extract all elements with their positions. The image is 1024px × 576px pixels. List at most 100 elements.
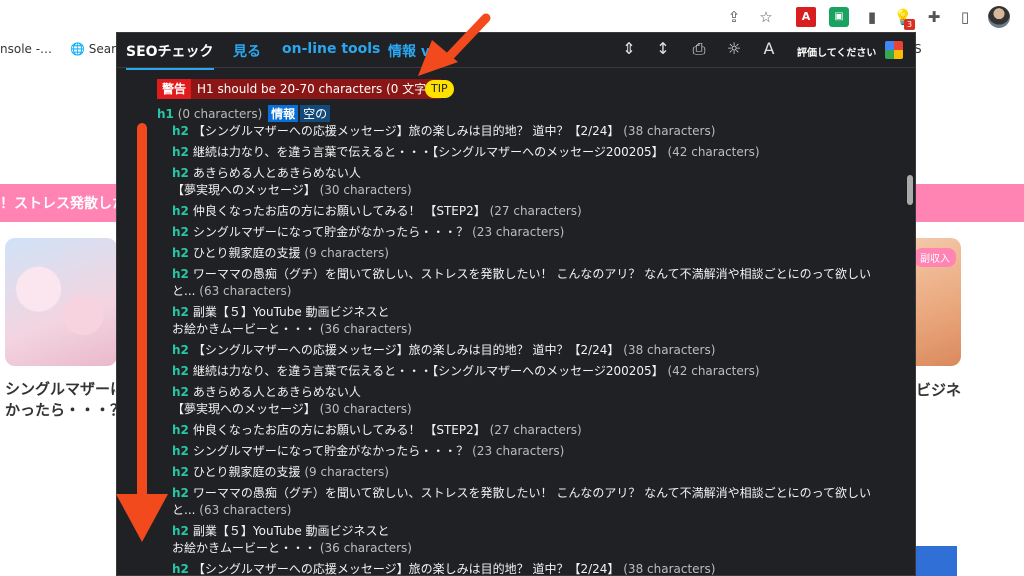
heading-row[interactable]: h2 副業【５】YouTube 動画ビジネスとお絵かきムービーと・・・ (36 c… (172, 304, 892, 338)
rate-label[interactable]: 評価してください (797, 44, 876, 59)
heading-row[interactable]: h2 あきらめる人とあきらめない人 【夢実現へのメッセージ】 (30 charact… (172, 384, 892, 418)
heading-tag: h2 (172, 145, 189, 159)
extension-icon[interactable]: ▣ (829, 7, 849, 27)
heading-text: 仲良くなったお店の方にお願いしてみる！ 【STEP2】 (192, 204, 486, 218)
tip-button[interactable]: TIP (425, 80, 454, 98)
heading-text: 副業【５】YouTube 動画ビジネスと (192, 305, 390, 319)
heading-count: (36 characters) (316, 322, 412, 336)
heading-row[interactable]: h2 ワーママの愚痴（グチ）を聞いて欲しい、ストレスを発散したい！ こんなのアリ？… (172, 266, 892, 300)
heading-count: (27 characters) (485, 423, 582, 437)
heading-tag: h2 (172, 364, 189, 378)
heading-tag: h2 (172, 204, 189, 218)
heading-row[interactable]: h2 副業【５】YouTube 動画ビジネスとお絵かきムービーと・・・ (36 c… (172, 523, 892, 557)
heading-row[interactable]: h2 シングルマザーになって貯金がなかったら・・・？ (23 characters… (172, 443, 892, 460)
warning-label: 警告 (157, 79, 192, 99)
star-icon[interactable]: ☆ (756, 7, 776, 27)
heading-text: お絵かきムービーと・・・ (172, 322, 317, 336)
heading-tag: h2 (172, 524, 189, 538)
h1-row: h1 (0 characters) 情報 空の (157, 105, 331, 122)
heading-row[interactable]: h2 シングルマザーになって貯金がなかったら・・・？ (23 characters… (172, 224, 892, 241)
heading-count: (42 characters) (663, 364, 760, 378)
category-badge: 副収入 (914, 248, 956, 267)
seo-extension-panel: SEOチェック 見る on-line tools 情報 v2 ⇕ ↕ ⎙ ☼ A… (116, 32, 916, 576)
heading-text: ひとり親家庭の支援 (192, 246, 301, 260)
article-title[interactable]: シングルマザーに かったら・・・？ (5, 379, 125, 421)
heading-tag: h2 (172, 465, 189, 479)
heading-count: (23 characters) (468, 444, 565, 458)
heading-count: (9 characters) (300, 246, 389, 260)
heading-text: あきらめる人とあきらめない人 (192, 166, 361, 180)
heading-count: (63 characters) (195, 503, 292, 517)
heading-text: シングルマザーになって貯金がなかったら・・・？ (192, 225, 469, 239)
article-title[interactable]: ビジネ (916, 379, 961, 400)
heading-tag: h2 (172, 166, 189, 180)
print-icon[interactable]: ⎙ (689, 39, 709, 59)
chrome-store-icon[interactable] (885, 41, 903, 59)
scrollbar[interactable] (905, 69, 915, 575)
bookmark-item[interactable]: 🌐 Sear (70, 42, 116, 56)
collapse-icon[interactable]: ⇕ (619, 39, 639, 59)
heading-text: 【シングルマザーへの応援メッセージ】旅の楽しみは目的地？ 道中？【2/24】 (192, 343, 620, 357)
heading-tag: h2 (172, 305, 189, 319)
scrollbar-thumb[interactable] (907, 175, 913, 205)
heading-count: (42 characters) (663, 145, 760, 159)
puzzle-icon[interactable]: ✚ (924, 7, 944, 27)
h1-warning: 警告 H1 should be 20-70 characters (0 文字) (157, 79, 441, 99)
heading-tag: h2 (172, 225, 189, 239)
heading-tag: h2 (172, 124, 189, 138)
tab-info[interactable]: 情報 v2 (388, 41, 440, 61)
font-icon[interactable]: A (759, 39, 779, 59)
pdf-extension-icon[interactable]: A (796, 7, 816, 27)
bookmark-extension-icon[interactable]: ▮ (862, 7, 882, 27)
heading-row[interactable]: h2 仲良くなったお店の方にお願いしてみる！ 【STEP2】 (27 charac… (172, 203, 892, 220)
empty-badge: 空の (300, 105, 331, 122)
heading-row[interactable]: h2 ひとり親家庭の支援 (9 characters) (172, 464, 892, 481)
heading-text: お絵かきムービーと・・・ (172, 541, 317, 555)
heading-text: あきらめる人とあきらめない人 (192, 385, 361, 399)
heading-text: 副業【５】YouTube 動画ビジネスと (192, 524, 390, 538)
heading-text: シングルマザーになって貯金がなかったら・・・？ (192, 444, 469, 458)
share-icon[interactable]: ⇪ (724, 7, 744, 27)
avatar[interactable] (988, 6, 1010, 28)
heading-row[interactable]: h2 【シングルマザーへの応援メッセージ】旅の楽しみは目的地？ 道中？【2/24】… (172, 123, 892, 140)
heading-tag: h2 (172, 486, 189, 500)
globe-icon: 🌐 (70, 42, 85, 56)
browser-toolbar: ⇪ ☆ A ▣ ▮ 💡 3 ✚ ▯ (0, 0, 1024, 34)
heading-row[interactable]: h2 仲良くなったお店の方にお願いしてみる！ 【STEP2】 (27 charac… (172, 422, 892, 439)
brightness-icon[interactable]: ☼ (724, 39, 744, 59)
seo-extension-icon[interactable]: 💡 3 (893, 7, 915, 30)
heading-tag: h2 (172, 343, 189, 357)
tab-online-tools[interactable]: on-line tools (282, 41, 380, 57)
heading-count: (23 characters) (468, 225, 565, 239)
heading-count: (27 characters) (485, 204, 582, 218)
heading-tag: h2 (172, 246, 189, 260)
heading-row[interactable]: h2 継続は力なり、を違う言葉で伝えると・・・【シングルマザーへのメッセージ200… (172, 363, 892, 380)
heading-tag: h2 (172, 562, 189, 576)
info-badge: 情報 (268, 105, 299, 122)
heading-text: 継続は力なり、を違う言葉で伝えると・・・【シングルマザーへのメッセージ20020… (192, 145, 664, 159)
bookmark-item[interactable]: nsole -… (0, 42, 52, 56)
heading-text: 継続は力なり、を違う言葉で伝えると・・・【シングルマザーへのメッセージ20020… (192, 364, 664, 378)
heading-row[interactable]: h2 ひとり親家庭の支援 (9 characters) (172, 245, 892, 262)
heading-text: 【シングルマザーへの応援メッセージ】旅の楽しみは目的地？ 道中？【2/24】 (192, 562, 620, 576)
heading-text: 【シングルマザーへの応援メッセージ】旅の楽しみは目的地？ 道中？【2/24】 (192, 124, 620, 138)
heading-count: (30 characters) (315, 402, 412, 416)
expand-vertical-icon[interactable]: ↕ (653, 39, 673, 59)
heading-row[interactable]: h2 あきらめる人とあきらめない人 【夢実現へのメッセージ】 (30 charact… (172, 165, 892, 199)
side-panel-icon[interactable]: ▯ (955, 7, 975, 27)
heading-tag: h2 (172, 423, 189, 437)
heading-row[interactable]: h2 【シングルマザーへの応援メッセージ】旅の楽しみは目的地？ 道中？【2/24】… (172, 561, 892, 576)
tab-view[interactable]: 見る (233, 41, 261, 61)
panel-tabs: SEOチェック 見る on-line tools 情報 v2 ⇕ ↕ ⎙ ☼ A… (117, 33, 915, 70)
heading-row[interactable]: h2 継続は力なり、を違う言葉で伝えると・・・【シングルマザーへのメッセージ200… (172, 144, 892, 161)
tab-seo-check[interactable]: SEOチェック (126, 41, 214, 70)
heading-tag: h2 (172, 444, 189, 458)
heading-row[interactable]: h2 【シングルマザーへの応援メッセージ】旅の楽しみは目的地？ 道中？【2/24】… (172, 342, 892, 359)
heading-count: (36 characters) (316, 541, 412, 555)
page-block (914, 546, 957, 576)
heading-text: 【夢実現へのメッセージ】 (172, 183, 316, 197)
article-thumbnail[interactable] (5, 238, 117, 366)
heading-row[interactable]: h2 ワーママの愚痴（グチ）を聞いて欲しい、ストレスを発散したい！ こんなのアリ？… (172, 485, 892, 519)
heading-text: 仲良くなったお店の方にお願いしてみる！ 【STEP2】 (192, 423, 486, 437)
heading-list: h2 【シングルマザーへの応援メッセージ】旅の楽しみは目的地？ 道中？【2/24】… (172, 123, 892, 576)
